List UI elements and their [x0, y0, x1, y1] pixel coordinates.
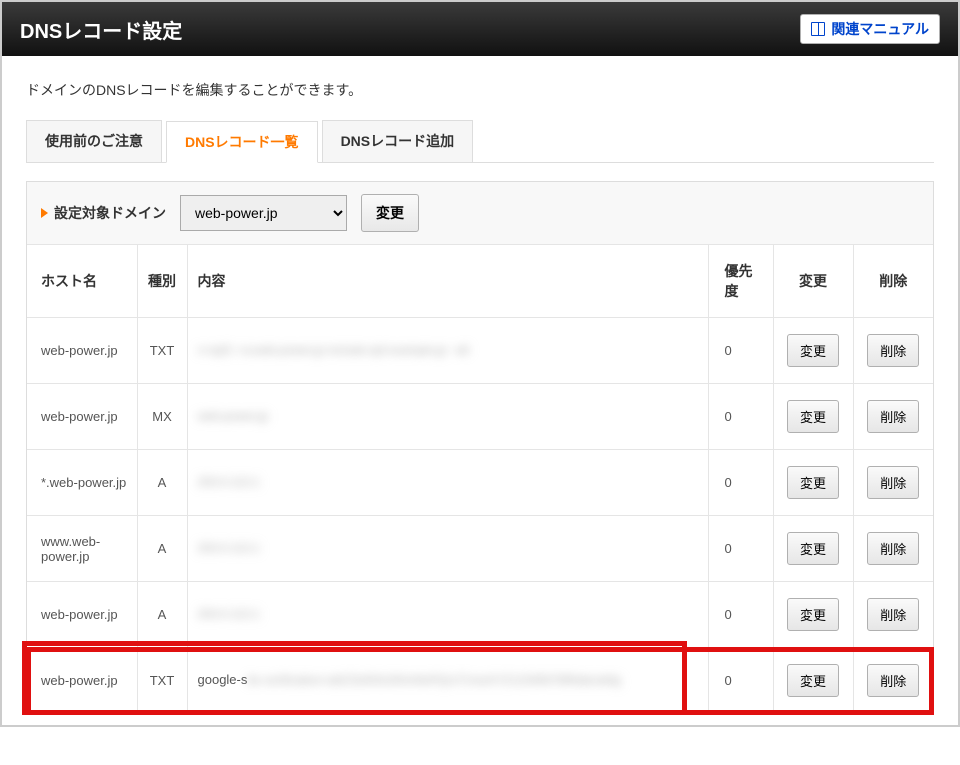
cell-type: MX [137, 384, 187, 450]
cell-delete: 削除 [853, 318, 933, 384]
delete-button[interactable]: 削除 [867, 664, 919, 697]
tab-dns-record-list[interactable]: DNSレコード一覧 [166, 121, 318, 163]
cell-type: TXT [137, 648, 187, 714]
arrow-right-icon [41, 208, 48, 218]
content-blurred: 203.0.113.1 [198, 541, 261, 555]
cell-content: v=spf1 +a:web-power.jp include:spf.examp… [187, 318, 708, 384]
cell-host: web-power.jp [27, 384, 137, 450]
cell-host: web-power.jp [27, 648, 137, 714]
page-description: ドメインのDNSレコードを編集することができます。 [2, 56, 958, 120]
tab-dns-record-add[interactable]: DNSレコード追加 [322, 120, 474, 162]
manual-button[interactable]: 関連マニュアル [800, 14, 940, 44]
cell-content: web-power.jp [187, 384, 708, 450]
cell-edit: 変更 [773, 318, 853, 384]
table-row: *.web-power.jp A 203.0.113.1 0 変更 削除 [27, 450, 933, 516]
page-title: DNSレコード設定 [20, 15, 182, 44]
cell-priority: 0 [708, 582, 773, 648]
domain-select-label: 設定対象ドメイン [54, 203, 166, 223]
th-priority: 優先度 [708, 245, 773, 318]
cell-priority: 0 [708, 450, 773, 516]
cell-content: 203.0.113.1 [187, 516, 708, 582]
table-row: web-power.jp TXT google-site-verificatio… [27, 648, 933, 714]
domain-select-bar: 設定対象ドメイン web-power.jp 変更 [27, 182, 933, 245]
cell-delete: 削除 [853, 582, 933, 648]
cell-delete: 削除 [853, 648, 933, 714]
cell-edit: 変更 [773, 582, 853, 648]
th-edit: 変更 [773, 245, 853, 318]
edit-button[interactable]: 変更 [787, 664, 839, 697]
dns-records-table: ホスト名 種別 内容 優先度 変更 削除 web-power.jp TXT v=… [27, 245, 933, 714]
delete-button[interactable]: 削除 [867, 334, 919, 367]
cell-edit: 変更 [773, 516, 853, 582]
delete-button[interactable]: 削除 [867, 532, 919, 565]
table-row: web-power.jp TXT v=spf1 +a:web-power.jp … [27, 318, 933, 384]
tab-precautions[interactable]: 使用前のご注意 [26, 120, 162, 162]
edit-button[interactable]: 変更 [787, 532, 839, 565]
edit-button[interactable]: 変更 [787, 466, 839, 499]
cell-delete: 削除 [853, 450, 933, 516]
cell-type: TXT [137, 318, 187, 384]
edit-button[interactable]: 変更 [787, 334, 839, 367]
tabs: 使用前のご注意 DNSレコード一覧 DNSレコード追加 [26, 120, 934, 163]
edit-button[interactable]: 変更 [787, 400, 839, 433]
cell-priority: 0 [708, 516, 773, 582]
table-row: www.web-power.jp A 203.0.113.1 0 変更 削除 [27, 516, 933, 582]
book-icon [811, 22, 825, 36]
th-type: 種別 [137, 245, 187, 318]
cell-edit: 変更 [773, 384, 853, 450]
delete-button[interactable]: 削除 [867, 400, 919, 433]
cell-content: 203.0.113.1 [187, 450, 708, 516]
manual-button-label: 関連マニュアル [831, 19, 929, 39]
content-blurred: 203.0.113.1 [198, 475, 261, 489]
cell-content: 203.0.113.1 [187, 582, 708, 648]
cell-priority: 0 [708, 648, 773, 714]
content-panel: 設定対象ドメイン web-power.jp 変更 ホスト名 種別 内容 優先度 … [26, 181, 934, 715]
th-delete: 削除 [853, 245, 933, 318]
th-content: 内容 [187, 245, 708, 318]
domain-select[interactable]: web-power.jp [180, 195, 347, 231]
cell-host: *.web-power.jp [27, 450, 137, 516]
delete-button[interactable]: 削除 [867, 598, 919, 631]
cell-host: web-power.jp [27, 582, 137, 648]
table-row: web-power.jp A 203.0.113.1 0 変更 削除 [27, 582, 933, 648]
content-blurred: v=spf1 +a:web-power.jp include:spf.examp… [198, 343, 469, 357]
cell-edit: 変更 [773, 648, 853, 714]
content-blurred: 203.0.113.1 [198, 607, 261, 621]
cell-edit: 変更 [773, 450, 853, 516]
page-header: DNSレコード設定 関連マニュアル [2, 2, 958, 56]
th-host: ホスト名 [27, 245, 137, 318]
cell-priority: 0 [708, 318, 773, 384]
edit-button[interactable]: 変更 [787, 598, 839, 631]
cell-host: web-power.jp [27, 318, 137, 384]
change-domain-button[interactable]: 変更 [361, 194, 419, 232]
cell-delete: 削除 [853, 384, 933, 450]
content-blurred: web-power.jp [198, 409, 269, 423]
delete-button[interactable]: 削除 [867, 466, 919, 499]
content-blurred: ite-verification=abCDefGhiJKlmNoPQrsTUvw… [247, 673, 620, 687]
cell-type: A [137, 582, 187, 648]
content-visible: google-s [198, 672, 248, 687]
cell-delete: 削除 [853, 516, 933, 582]
cell-type: A [137, 450, 187, 516]
table-row: web-power.jp MX web-power.jp 0 変更 削除 [27, 384, 933, 450]
cell-type: A [137, 516, 187, 582]
cell-host: www.web-power.jp [27, 516, 137, 582]
cell-priority: 0 [708, 384, 773, 450]
cell-content: google-site-verification=abCDefGhiJKlmNo… [187, 648, 708, 714]
